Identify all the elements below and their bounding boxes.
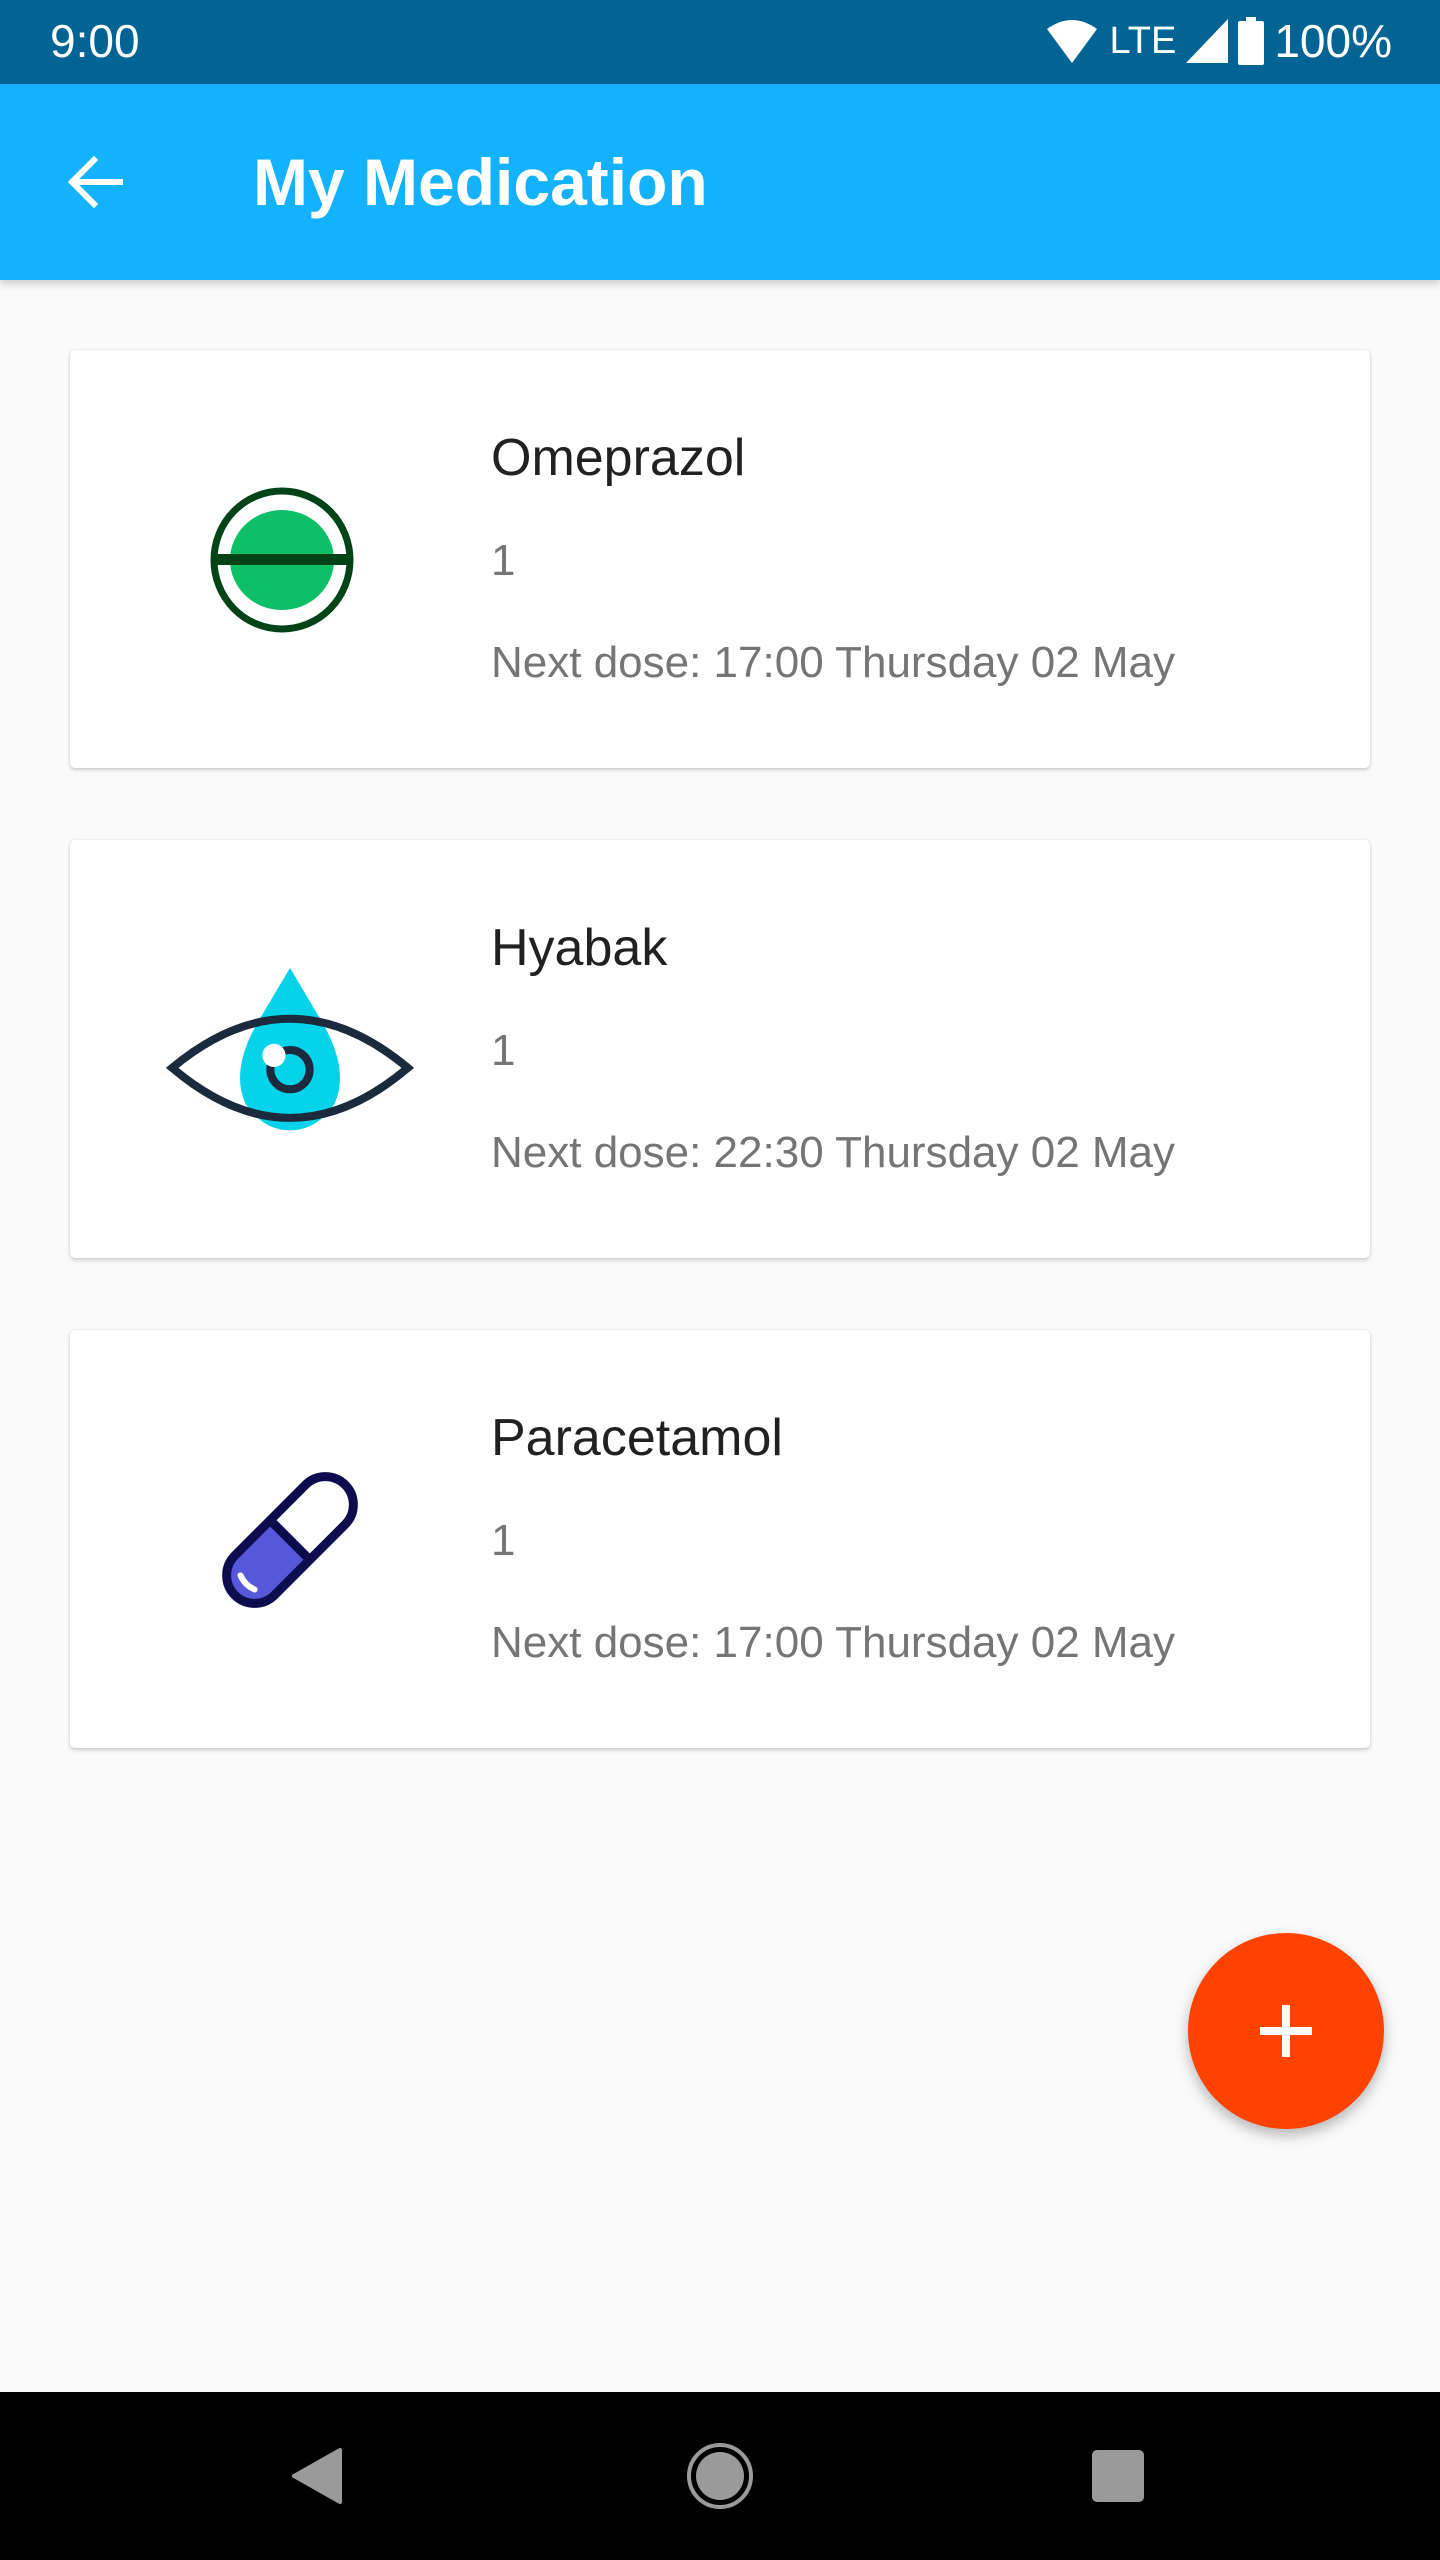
nav-back-icon [292,2448,342,2504]
status-time: 9:00 [50,15,140,67]
tablet-icon [165,440,415,680]
medication-quantity: 1 [491,536,516,585]
nav-home-icon [687,2443,753,2509]
status-bar: 9:00 LTE 100% [0,0,1440,84]
nav-recents-icon [1092,2450,1144,2502]
app-bar: My Medication [0,84,1440,280]
eye-drop-icon [165,930,415,1170]
medication-list: Omeprazol 1 Next dose: 17:00 Thursday 02… [70,350,1370,1820]
system-nav-bar [0,2392,1440,2560]
nav-home-button[interactable] [670,2426,770,2526]
arrow-back-icon [67,155,123,209]
back-button[interactable] [56,142,136,222]
nav-recents-button[interactable] [1068,2426,1168,2526]
battery-icon [1238,17,1265,65]
network-type: LTE [1109,19,1177,62]
medication-quantity: 1 [491,1026,516,1075]
medication-card[interactable]: Paracetamol 1 Next dose: 17:00 Thursday … [70,1330,1370,1748]
nav-back-button[interactable] [268,2426,368,2526]
capsule-icon [165,1420,415,1660]
medication-name: Hyabak [491,919,668,977]
page-title: My Medication [253,145,708,219]
battery-level: 100% [1274,15,1392,67]
status-icons: LTE 100% [1047,14,1392,68]
medication-name: Paracetamol [491,1409,783,1467]
plus-icon [1260,2005,1312,2057]
add-medication-button[interactable] [1188,1933,1384,2129]
medication-name: Omeprazol [491,429,746,487]
medication-card[interactable]: Omeprazol 1 Next dose: 17:00 Thursday 02… [70,350,1370,768]
next-dose: Next dose: 17:00 Thursday 02 May [491,1618,1176,1667]
signal-icon [1186,19,1229,63]
medication-quantity: 1 [491,1516,516,1565]
wifi-icon [1047,20,1098,63]
next-dose: Next dose: 22:30 Thursday 02 May [491,1128,1176,1177]
medication-card[interactable]: Hyabak 1 Next dose: 22:30 Thursday 02 Ma… [70,840,1370,1258]
next-dose: Next dose: 17:00 Thursday 02 May [491,638,1176,687]
